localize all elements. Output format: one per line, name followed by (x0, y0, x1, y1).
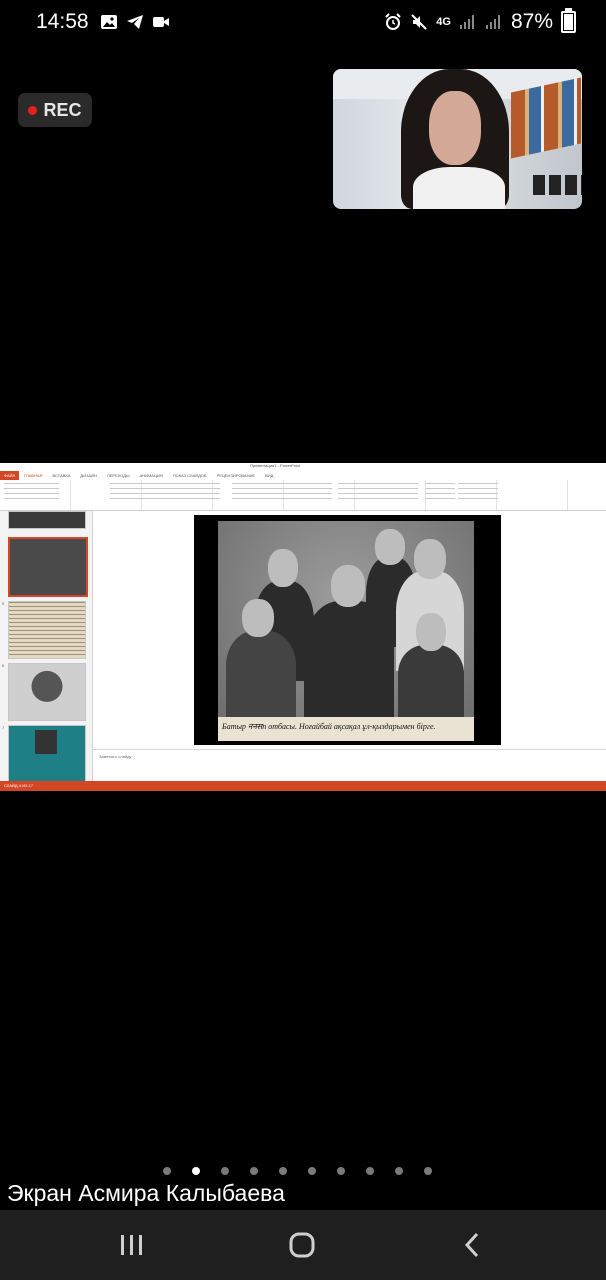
page-dot[interactable] (250, 1167, 258, 1175)
record-dot-icon (28, 105, 38, 115)
notes-pane[interactable]: Заметки к слайду (93, 749, 606, 782)
tab-slideshow[interactable]: ПОКАЗ СЛАЙДОВ (168, 471, 212, 480)
tab-transitions[interactable]: ПЕРЕХОДЫ (102, 471, 135, 480)
slide-thumbnail-number: 6 (2, 663, 5, 668)
telegram-icon (127, 15, 143, 29)
screen-owner-label: Экран Асмира Калыбаева (7, 1180, 285, 1206)
back-icon (464, 1232, 479, 1258)
notes-placeholder: Заметки к слайду (99, 754, 132, 759)
photo-face (242, 599, 274, 637)
slide-thumbnails-panel[interactable]: 5 6 7 (0, 511, 93, 783)
page-dot[interactable] (279, 1167, 287, 1175)
app-title: Презентация1 - PowerPoint (250, 463, 301, 468)
slide-thumbnail[interactable] (8, 725, 86, 783)
battery-icon (561, 8, 576, 33)
slide-thumbnail[interactable] (8, 601, 86, 659)
slide-thumbnail[interactable] (8, 663, 86, 721)
page-dot[interactable] (366, 1167, 374, 1175)
gallery-icon (101, 15, 117, 29)
slide-caption: Батыр ननसn отбасы. Ноғайбай ақсақал ұл-қ… (222, 722, 436, 731)
home-icon (289, 1232, 315, 1258)
tab-animation[interactable]: АНИМАЦИЯ (135, 471, 168, 480)
recents-button[interactable] (82, 1210, 182, 1280)
network-type: 4G (436, 16, 451, 28)
page-dot[interactable] (308, 1167, 316, 1175)
tab-view[interactable]: ВИД (260, 471, 278, 480)
recording-badge[interactable]: REC (18, 93, 92, 127)
page-dot[interactable] (424, 1167, 432, 1175)
photo-face (414, 539, 446, 579)
photo-face (416, 613, 446, 651)
recents-icon (121, 1235, 142, 1255)
ribbon-group-editing[interactable] (425, 483, 455, 503)
photo-face (375, 529, 405, 565)
tab-insert[interactable]: ВСТАВКА (47, 471, 75, 480)
tab-file[interactable]: ФАЙЛ (0, 471, 20, 480)
page-dot[interactable] (395, 1167, 403, 1175)
photo-face (331, 565, 365, 607)
photo-person (226, 631, 296, 717)
photo-face (268, 549, 298, 587)
battery-percent: 87% (510, 10, 553, 33)
self-video-thumbnail[interactable] (333, 69, 582, 209)
ribbon-toolbar (0, 480, 606, 511)
mute-icon (411, 14, 427, 30)
ribbon-group-addins[interactable] (458, 483, 498, 503)
slide-thumbnail-number: 5 (2, 601, 5, 606)
ribbon-group-clipboard[interactable] (4, 483, 59, 503)
tab-review[interactable]: РЕЦЕНЗИРОВАНИЕ (212, 471, 260, 480)
slide-editor[interactable]: Батыр ननसn отбасы. Ноғайбай ақсақал ұл-қ… (93, 511, 606, 749)
page-dot[interactable] (221, 1167, 229, 1175)
participant-face (429, 91, 481, 165)
navigation-bar (0, 1210, 606, 1280)
notification-icons (100, 13, 170, 31)
participant-shirt (413, 167, 505, 209)
photo-person (398, 645, 464, 717)
video-call-icon (153, 17, 169, 27)
family-photo (218, 521, 474, 717)
ribbon-group-paragraph[interactable] (232, 483, 292, 503)
signal-icon-2 (485, 15, 500, 29)
slide-thumbnail-number: 7 (2, 725, 5, 730)
status-time: 14:58 (36, 10, 89, 33)
home-button[interactable] (252, 1210, 352, 1280)
ribbon-tabs: ФАЙЛ ГЛАВНАЯ ВСТАВКА ДИЗАЙН ПЕРЕХОДЫ АНИ… (0, 471, 606, 480)
back-button[interactable] (422, 1210, 522, 1280)
video-background-monitors (533, 175, 582, 195)
slide-counter: СЛАЙД 4 ИЗ 17 (4, 783, 33, 788)
recording-label: REC (43, 99, 82, 120)
status-bar: 14:58 4G 87% (0, 0, 606, 46)
tab-design[interactable]: ДИЗАЙН (75, 471, 101, 480)
page-dot[interactable] (163, 1167, 171, 1175)
page-indicator[interactable] (163, 1167, 432, 1175)
video-background-posters (511, 77, 581, 159)
signal-icon (459, 15, 474, 29)
app-status-bar: СЛАЙД 4 ИЗ 17 (0, 781, 606, 791)
ribbon-group-drawing[interactable] (338, 483, 418, 503)
shared-screen[interactable]: Презентация1 - PowerPoint ФАЙЛ ГЛАВНАЯ В… (0, 463, 606, 791)
ribbon-group-font[interactable] (110, 483, 220, 503)
alarm-icon (385, 13, 401, 30)
page-dot-active[interactable] (192, 1167, 200, 1175)
system-icons: 4G 87% (384, 8, 576, 34)
ribbon-group-shapes[interactable] (292, 483, 332, 503)
tab-home[interactable]: ГЛАВНАЯ (19, 471, 47, 480)
slide-thumbnail[interactable] (8, 511, 86, 529)
page-dot[interactable] (337, 1167, 345, 1175)
current-slide[interactable]: Батыр ननसn отбасы. Ноғайбай ақсақал ұл-қ… (194, 515, 501, 745)
battery-level-fill (564, 14, 573, 30)
slide-thumbnail-selected[interactable] (8, 537, 88, 597)
